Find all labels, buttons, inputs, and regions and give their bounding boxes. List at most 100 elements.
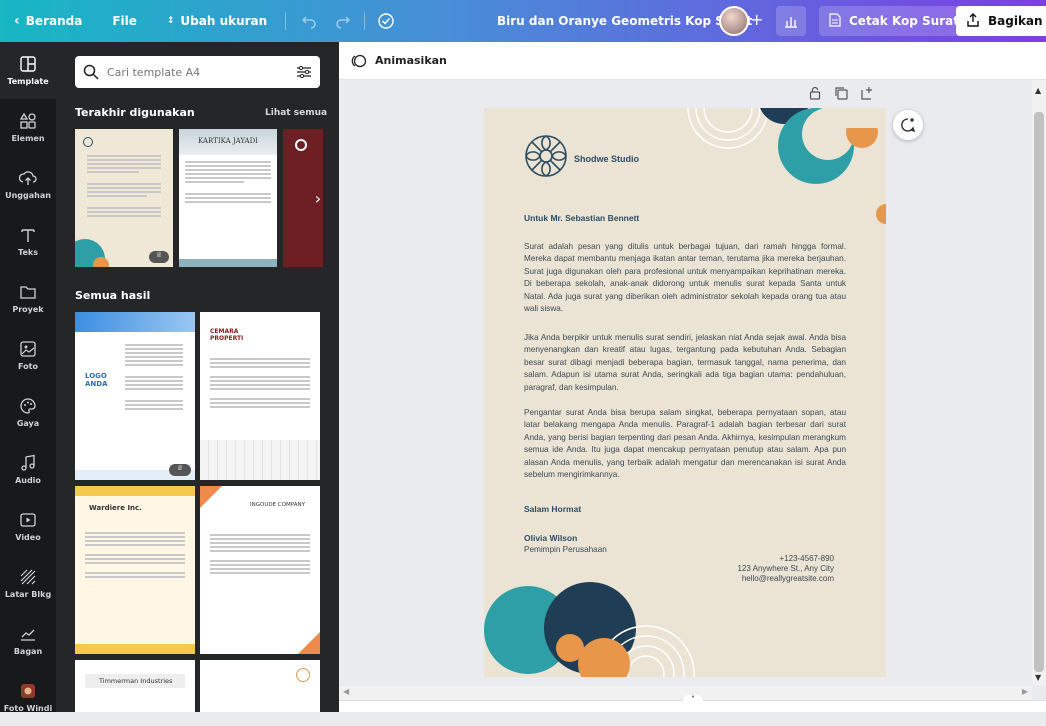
vertical-scrollbar[interactable]: ▲ ▼ xyxy=(1032,80,1046,686)
thumb-title: Timmerman Industries xyxy=(85,674,185,688)
template-logo xyxy=(296,668,310,682)
rail-item-video[interactable]: Video xyxy=(0,498,56,555)
rail-item-template[interactable]: Template xyxy=(0,42,56,99)
resize-label: Ubah ukuran xyxy=(180,14,268,28)
duplicate-page-icon[interactable] xyxy=(834,86,848,100)
add-comment-button[interactable] xyxy=(893,110,923,140)
signer-title: Pemimpin Perusahaan xyxy=(524,545,607,554)
topbar-divider xyxy=(285,12,287,30)
chevron-up-icon[interactable]: ˄ xyxy=(683,695,703,705)
scroll-left-icon[interactable]: ◀ xyxy=(343,687,349,696)
contact-email: hello@reallygreatsite.com xyxy=(741,574,834,583)
resize-icon: ↕ xyxy=(166,16,175,26)
recent-template-thumbnail[interactable]: ♕ xyxy=(75,129,173,267)
recent-template-thumbnail[interactable]: KARTIKA JAYADI xyxy=(179,129,277,267)
document-title[interactable]: Biru dan Oranye Geometris Kop Surat xyxy=(497,0,752,42)
redo-icon[interactable] xyxy=(330,8,356,34)
document-title-text: Biru dan Oranye Geometris Kop Surat xyxy=(497,14,753,28)
template-logo xyxy=(295,139,307,151)
rail-item-text[interactable]: Teks xyxy=(0,213,56,270)
search-icon xyxy=(83,64,99,80)
signer-name: Olivia Wilson xyxy=(524,533,578,543)
text-icon xyxy=(21,229,35,242)
carousel-next-icon[interactable]: › xyxy=(306,186,330,210)
upload-icon xyxy=(19,171,37,185)
search-box[interactable] xyxy=(75,56,320,88)
search-input[interactable] xyxy=(107,65,277,79)
animate-label: Animasikan xyxy=(375,54,447,67)
comment-plus-icon xyxy=(901,118,916,133)
rail-item-upload[interactable]: Unggahan xyxy=(0,156,56,213)
lock-icon[interactable] xyxy=(808,86,822,100)
scroll-right-icon[interactable]: ▶ xyxy=(1022,687,1028,696)
template-thumbnail[interactable]: CEMARA PROPERTI xyxy=(200,312,320,480)
see-all-link[interactable]: Lihat semua xyxy=(265,108,327,118)
rail-item-background[interactable]: Latar Blkg xyxy=(0,555,56,612)
add-page-icon[interactable] xyxy=(860,86,874,100)
template-thumbnail[interactable]: Wardiere Inc. xyxy=(75,486,195,654)
template-thumbnail[interactable]: LOGO ANDA ♕ xyxy=(75,312,195,480)
rail-label: Bagan xyxy=(13,647,43,656)
all-results-title: Semua hasil xyxy=(75,289,151,302)
contact-address: 123 Anywhere St., Any City xyxy=(737,564,835,573)
rail-item-elements[interactable]: Elemen xyxy=(0,99,56,156)
rail-item-charts[interactable]: Bagan xyxy=(0,612,56,669)
decor-corner xyxy=(298,632,320,654)
top-bar: ‹ Beranda File ↕ Ubah ukuran Biru dan Or… xyxy=(0,0,1046,42)
undo-icon[interactable] xyxy=(296,8,322,34)
rail-label: Elemen xyxy=(11,134,45,143)
template-thumbnail[interactable]: INGOUDE COMPANY xyxy=(200,486,320,654)
palette-icon xyxy=(20,398,36,414)
letterhead-page[interactable]: Shodwe Studio Untuk Mr. Sebastian Bennet… xyxy=(484,108,886,677)
cloud-saved-icon[interactable] xyxy=(373,8,399,34)
add-collaborator-icon[interactable]: + xyxy=(750,12,763,28)
rail-label: Template xyxy=(7,77,49,86)
scroll-up-icon[interactable]: ▲ xyxy=(1035,86,1041,95)
file-menu[interactable]: File xyxy=(112,0,137,42)
brand-name: Shodwe Studio xyxy=(574,154,639,164)
thumb-header xyxy=(75,486,195,496)
insights-icon[interactable] xyxy=(776,6,806,36)
resize-button[interactable]: ↕ Ubah ukuran xyxy=(167,0,267,42)
side-rail: Template Elemen Unggahan Teks Proyek Fot… xyxy=(0,42,56,713)
filter-icon[interactable] xyxy=(296,64,312,80)
share-button[interactable]: Bagikan xyxy=(956,6,1046,36)
template-thumbnail[interactable] xyxy=(200,660,320,712)
file-label: File xyxy=(112,14,137,28)
animate-icon xyxy=(351,54,367,67)
editor-toolbar: Animasikan xyxy=(339,42,1046,80)
contact-block: +123-4567-890 123 Anywhere St., Any City… xyxy=(738,554,835,584)
scroll-down-icon[interactable]: ▼ xyxy=(1035,673,1041,682)
letter-paragraph: Surat adalah pesan yang ditulis untuk be… xyxy=(524,242,846,314)
rail-item-photos[interactable]: Foto xyxy=(0,327,56,384)
template-logo xyxy=(83,137,93,147)
rail-item-projects[interactable]: Proyek xyxy=(0,270,56,327)
template-thumbnail[interactable]: Timmerman Industries xyxy=(75,660,195,712)
thumb-title: KARTIKA JAYADI xyxy=(179,129,277,155)
template-icon xyxy=(20,56,36,72)
print-label: Cetak Kop Surat xyxy=(849,14,959,28)
decor-corner xyxy=(200,486,222,508)
recent-title: Terakhir digunakan xyxy=(75,106,195,119)
print-button[interactable]: Cetak Kop Surat xyxy=(819,6,969,36)
home-button[interactable]: ‹ Beranda xyxy=(14,0,82,42)
rail-label: Audio xyxy=(15,476,41,485)
rail-item-styles[interactable]: Gaya xyxy=(0,384,56,441)
decor-circle xyxy=(93,257,109,267)
animate-button[interactable]: Animasikan xyxy=(351,53,447,69)
chart-icon xyxy=(21,629,35,641)
scrollbar-thumb[interactable] xyxy=(1034,112,1044,672)
folder-icon xyxy=(20,286,36,299)
chevron-left-icon: ‹ xyxy=(14,13,20,29)
thumb-title: INGOUDE COMPANY xyxy=(250,502,305,508)
photo-icon xyxy=(20,341,36,357)
upload-share-icon xyxy=(966,12,980,30)
page-tools xyxy=(808,86,874,100)
rail-item-photo-app[interactable]: Foto Windi xyxy=(0,669,56,726)
rail-label: Video xyxy=(15,533,41,542)
avatar[interactable] xyxy=(719,6,749,36)
music-icon xyxy=(21,454,35,471)
rail-item-audio[interactable]: Audio xyxy=(0,441,56,498)
background-icon xyxy=(20,569,36,585)
recipient-line: Untuk Mr. Sebastian Bennett xyxy=(524,213,640,223)
